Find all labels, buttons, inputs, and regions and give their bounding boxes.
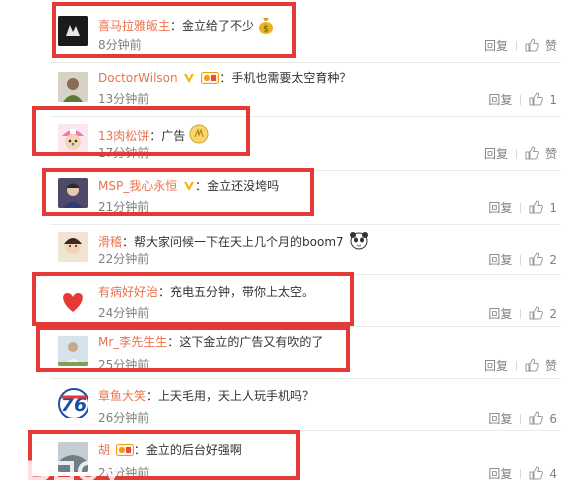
like-count[interactable]: 6 bbox=[549, 412, 557, 426]
thumbs-up-icon[interactable] bbox=[529, 466, 544, 483]
highlight-box bbox=[36, 326, 350, 372]
thumbs-up-icon[interactable] bbox=[529, 92, 544, 109]
like-count[interactable]: 赞 bbox=[545, 39, 557, 53]
comment-item: 76 章鱼大笑：上天毛用，天上人玩手机吗？ 26分钟前 回复 6 bbox=[0, 378, 569, 430]
highlight-box bbox=[52, 2, 296, 58]
like-count[interactable]: 2 bbox=[549, 253, 557, 267]
reply-button[interactable]: 回复 bbox=[488, 93, 512, 107]
divider bbox=[520, 414, 522, 424]
comment-text: 手机也需要太空育种？ bbox=[231, 71, 352, 85]
comment-time: 26分钟前 bbox=[98, 411, 150, 425]
divider bbox=[515, 149, 517, 159]
reply-button[interactable]: 回复 bbox=[484, 147, 508, 161]
like-count[interactable]: 1 bbox=[549, 93, 557, 107]
divider bbox=[515, 41, 517, 51]
like-count[interactable]: 赞 bbox=[545, 359, 557, 373]
thumbs-up-icon[interactable] bbox=[529, 411, 544, 428]
reply-button[interactable]: 回复 bbox=[488, 412, 512, 426]
panda-face-icon bbox=[348, 230, 370, 254]
highlight-box bbox=[42, 168, 314, 216]
highlight-box bbox=[32, 106, 250, 156]
like-count[interactable]: 2 bbox=[549, 307, 557, 321]
comment-time: 22分钟前 bbox=[98, 252, 150, 266]
like-count[interactable]: 赞 bbox=[545, 147, 557, 161]
reply-button[interactable]: 回复 bbox=[484, 39, 508, 53]
like-count[interactable]: 1 bbox=[549, 201, 557, 215]
comment-text: 上天毛用，天上人玩手机吗？ bbox=[158, 389, 315, 403]
thumbs-up-icon[interactable] bbox=[525, 146, 539, 163]
divider bbox=[520, 203, 522, 213]
verified-icon bbox=[183, 72, 195, 88]
divider bbox=[520, 309, 522, 319]
reply-button[interactable]: 回复 bbox=[488, 253, 512, 267]
highlight-box bbox=[32, 272, 354, 326]
commenter-name[interactable]: DoctorWilson bbox=[98, 71, 178, 85]
comment-text: 帮大家问候一下在天上几个月的boom7 bbox=[134, 235, 344, 249]
like-count[interactable]: 4 bbox=[549, 467, 557, 481]
comment-item: 滑稽：帮大家问候一下在天上几个月的boom7 22分钟前 回复 2 bbox=[0, 224, 569, 274]
level-badge-icon bbox=[201, 72, 220, 88]
thumbs-up-icon[interactable] bbox=[525, 358, 539, 375]
thumbs-up-icon[interactable] bbox=[529, 306, 544, 323]
avatar[interactable]: 76 bbox=[58, 388, 88, 418]
watermark-logo bbox=[0, 445, 150, 487]
thumbs-up-icon[interactable] bbox=[529, 200, 544, 217]
reply-button[interactable]: 回复 bbox=[488, 307, 512, 321]
reply-button[interactable]: 回复 bbox=[488, 467, 512, 481]
thumbs-up-icon[interactable] bbox=[525, 38, 539, 55]
divider bbox=[520, 469, 522, 479]
reply-button[interactable]: 回复 bbox=[484, 359, 508, 373]
divider bbox=[515, 361, 517, 371]
divider bbox=[520, 95, 522, 105]
reply-button[interactable]: 回复 bbox=[488, 201, 512, 215]
commenter-name[interactable]: 章鱼大笑 bbox=[98, 389, 146, 403]
thumbs-up-icon[interactable] bbox=[529, 252, 544, 269]
commenter-name[interactable]: 滑稽 bbox=[98, 235, 122, 249]
divider bbox=[520, 255, 522, 265]
avatar[interactable] bbox=[58, 72, 88, 102]
avatar[interactable] bbox=[58, 232, 88, 262]
comment-time: 13分钟前 bbox=[98, 92, 150, 106]
